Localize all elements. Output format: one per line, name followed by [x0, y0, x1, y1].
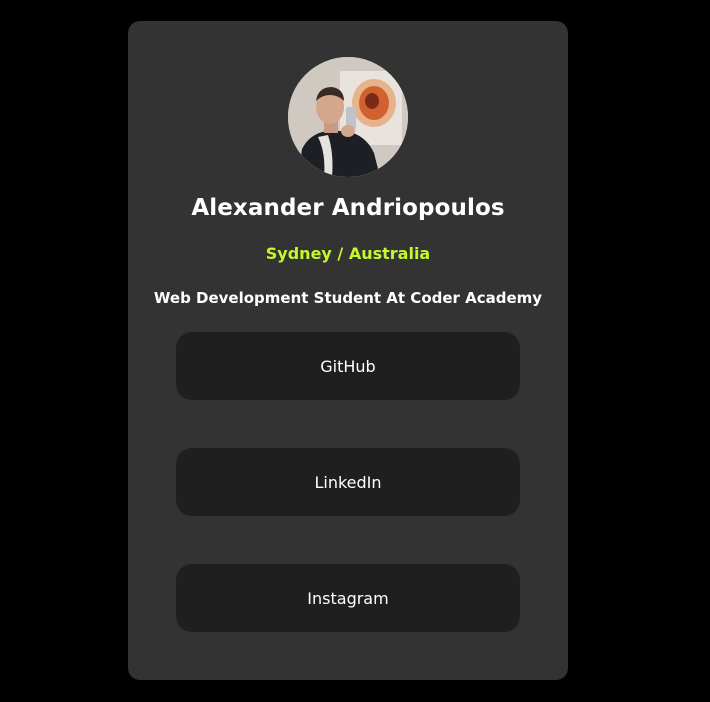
instagram-button[interactable]: Instagram [176, 564, 520, 632]
github-button[interactable]: GitHub [176, 332, 520, 400]
profile-card: Alexander Andriopoulos Sydney / Australi… [128, 21, 568, 680]
profile-name: Alexander Andriopoulos [191, 195, 505, 221]
avatar-photo-icon [288, 57, 408, 177]
social-links-list: GitHub LinkedIn Instagram [176, 332, 520, 680]
avatar [288, 57, 408, 177]
linkedin-button[interactable]: LinkedIn [176, 448, 520, 516]
profile-location: Sydney / Australia [265, 244, 431, 263]
profile-bio: Web Development Student At Coder Academy [153, 289, 543, 307]
